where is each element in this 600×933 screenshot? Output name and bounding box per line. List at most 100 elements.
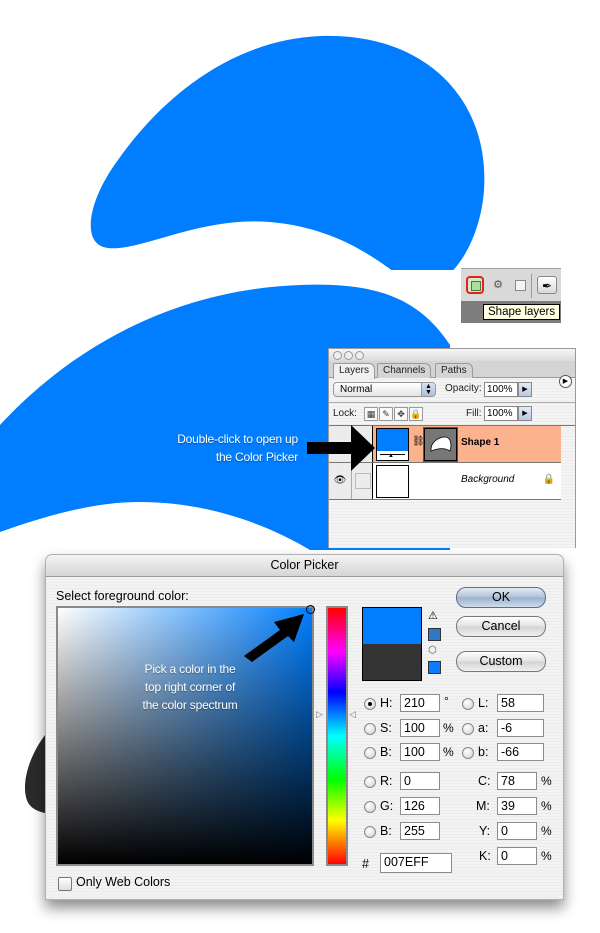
gamut-color-swatch[interactable] (428, 628, 441, 641)
yellow-input[interactable]: 0 (497, 822, 537, 840)
paths-button[interactable]: ⚙ (489, 276, 507, 294)
yellow-label: Y: (479, 824, 491, 838)
brightness-label: B: (380, 745, 392, 759)
select-foreground-label: Select foreground color: (56, 589, 189, 603)
lightness-label: L: (478, 696, 489, 710)
shape-layers-button[interactable] (466, 276, 484, 294)
a-channel-radio[interactable] (462, 723, 474, 735)
close-button[interactable] (333, 351, 342, 360)
red-input[interactable]: 0 (400, 772, 440, 790)
brightness-radio[interactable] (364, 747, 376, 759)
red-label: R: (380, 774, 393, 788)
picker-annotation-line: Pick a color in the (144, 662, 236, 676)
arrow-pointer-icon (307, 425, 375, 471)
web-safe-color-swatch[interactable] (428, 661, 441, 674)
move-icon: ✥ (397, 409, 405, 419)
saturation-radio[interactable] (364, 723, 376, 735)
green-radio[interactable] (364, 801, 376, 813)
blue-label: B: (380, 824, 392, 838)
panel-tabs: Layers Channels Paths ▶ (329, 361, 575, 388)
brightness-input[interactable]: 100 (400, 743, 440, 761)
a-channel-input[interactable]: -6 (497, 719, 544, 737)
diagonal-arrow-icon (244, 614, 304, 662)
lightness-input[interactable]: 58 (497, 694, 544, 712)
hue-slider-right-arrow-icon[interactable]: ◁ (349, 709, 356, 720)
fill-input[interactable]: 100% (484, 406, 518, 421)
hue-input[interactable]: 210 (400, 694, 440, 712)
cancel-button[interactable]: Cancel (456, 616, 546, 637)
lock-image-button[interactable]: ✎ (379, 407, 393, 421)
blend-mode-value: Normal (340, 384, 373, 395)
eye-icon: 👁 (333, 475, 347, 486)
new-color-swatch (363, 608, 421, 644)
black-input[interactable]: 0 (497, 847, 537, 865)
percent-unit: % (541, 774, 552, 788)
hue-slider[interactable] (326, 606, 348, 866)
magenta-input[interactable]: 39 (497, 797, 537, 815)
degree-unit: ° (444, 694, 449, 708)
lock-transparency-button[interactable]: ▦ (364, 407, 378, 421)
out-of-gamut-warning-icon[interactable]: ⚠ (428, 609, 438, 622)
blue-shape-preview (90, 35, 485, 270)
hue-radio[interactable] (364, 698, 376, 710)
minimize-button[interactable] (344, 351, 353, 360)
vector-mask-thumbnail[interactable] (423, 427, 458, 462)
pen-icon: ✒ (541, 279, 553, 293)
spectrum-cursor[interactable] (306, 605, 315, 614)
opacity-input[interactable]: 100% (484, 382, 518, 397)
picker-annotation: Pick a color in the top right corner of … (120, 660, 260, 714)
opacity-label: Opacity: (445, 383, 482, 394)
link-box (355, 473, 371, 489)
saturation-input[interactable]: 100 (400, 719, 440, 737)
dark-shape (24, 735, 45, 813)
b-channel-input[interactable]: -66 (497, 743, 544, 761)
layer-color-thumbnail[interactable]: ▲ (376, 428, 409, 461)
tab-paths[interactable]: Paths (435, 363, 473, 378)
fill-slider-button[interactable]: ▶ (518, 406, 532, 421)
blue-input[interactable]: 255 (400, 822, 440, 840)
fill-pixels-button[interactable] (511, 276, 529, 294)
pen-tool-button[interactable]: ✒ (537, 276, 557, 294)
fill-label: Fill: (466, 408, 482, 419)
green-input[interactable]: 126 (400, 797, 440, 815)
layers-annotation: Double-click to open up the Color Picker (140, 430, 298, 466)
web-safe-cube-icon[interactable]: ⬡ (428, 645, 437, 656)
color-picker-dialog: Color Picker Select foreground color: ▷ … (45, 554, 564, 900)
panel-titlebar (329, 349, 575, 361)
layer-thumbnail[interactable] (376, 465, 409, 498)
layers-annotation-line: Double-click to open up (177, 432, 298, 446)
layers-annotation-line: the Color Picker (215, 450, 298, 464)
lock-position-button[interactable]: ✥ (394, 407, 408, 421)
custom-button[interactable]: Custom (456, 651, 546, 672)
paths-icon: ⚙ (493, 279, 503, 291)
b-channel-radio[interactable] (462, 747, 474, 759)
current-color-swatch[interactable] (363, 644, 421, 680)
zoom-button[interactable] (355, 351, 364, 360)
only-web-colors-checkbox[interactable] (58, 877, 72, 891)
ok-button[interactable]: OK (456, 587, 546, 608)
lock-icon: 🔒 (542, 474, 555, 485)
triangle-right-icon: ▶ (522, 386, 528, 393)
hex-label: # (362, 857, 369, 871)
chain-link-icon: ⛓ (412, 436, 425, 447)
percent-unit: % (541, 799, 552, 813)
blend-mode-select[interactable]: Normal ▲ ▼ (333, 382, 436, 397)
opacity-slider-button[interactable]: ▶ (518, 382, 532, 397)
dialog-title: Color Picker (46, 555, 563, 577)
tab-channels[interactable]: Channels (377, 363, 432, 378)
cyan-input[interactable]: 78 (497, 772, 537, 790)
hex-input[interactable]: 007EFF (380, 853, 452, 873)
lightness-radio[interactable] (462, 698, 474, 710)
blue-radio[interactable] (364, 826, 376, 838)
percent-unit: % (443, 745, 454, 759)
fill-color-swatch (377, 429, 408, 451)
hue-slider-left-arrow-icon[interactable]: ▷ (316, 709, 323, 720)
triangle-up-icon: ▲ (388, 453, 394, 459)
blend-row: Normal ▲ ▼ Opacity: 100% ▶ (329, 377, 575, 403)
red-radio[interactable] (364, 776, 376, 788)
black-label: K: (479, 849, 491, 863)
percent-unit: % (541, 824, 552, 838)
brush-icon: ✎ (382, 409, 390, 419)
layer-name: Shape 1 (461, 437, 500, 448)
lock-all-button[interactable]: 🔒 (409, 407, 423, 421)
